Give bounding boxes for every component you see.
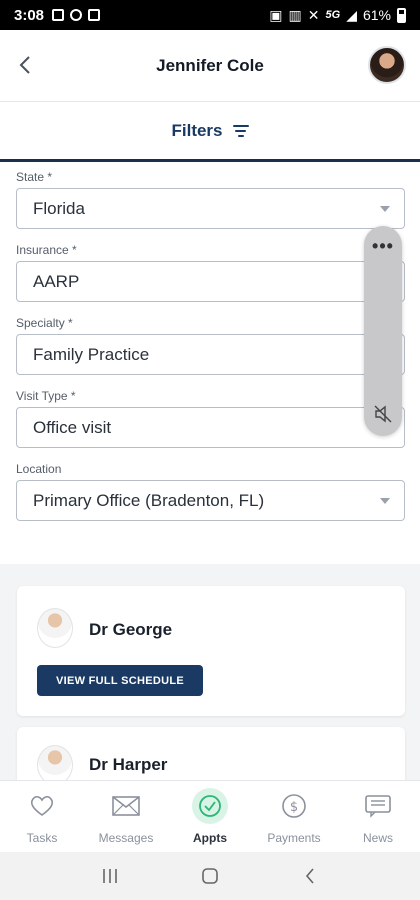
home-icon (202, 868, 218, 884)
recents-icon (103, 869, 117, 883)
doctor-card: Dr George VIEW FULL SCHEDULE (17, 586, 405, 716)
recents-button[interactable] (95, 861, 125, 891)
mute-icon: ✕ (307, 6, 320, 23)
visit-type-select[interactable]: Office visit (16, 407, 405, 448)
location-value: Primary Office (Bradenton, FL) (33, 490, 265, 510)
nav-label-tasks: Tasks (26, 831, 58, 845)
envelope-icon (111, 791, 141, 821)
vibrate-icon: ▥ (288, 6, 302, 23)
battery-label: 61% (362, 7, 391, 23)
clock-check-icon (192, 788, 228, 824)
app-header: Jennifer Cole (0, 30, 420, 102)
insurance-field: Insurance * AARP (16, 243, 405, 302)
status-bar: 3:08 ▣ ▥ ✕ 5G ◢ 61% (0, 0, 420, 30)
doctor-avatar (37, 745, 73, 780)
dollar-icon: $ (279, 791, 309, 821)
view-full-schedule-button[interactable]: VIEW FULL SCHEDULE (37, 665, 203, 696)
state-label: State * (16, 170, 53, 184)
back-nav-button[interactable] (295, 861, 325, 891)
status-time: 3:08 (14, 6, 45, 24)
doctor-list: Dr George VIEW FULL SCHEDULE Dr Harper (0, 564, 420, 780)
status-right: ▣ ▥ ✕ 5G ◢ 61% (269, 7, 406, 24)
state-select[interactable]: Florida (16, 188, 405, 229)
heart-icon (27, 791, 57, 821)
insurance-select[interactable]: AARP (16, 261, 405, 302)
bottom-nav: Tasks Messages Appts $ Payments News (0, 780, 420, 852)
image-icon (88, 9, 101, 21)
doctor-name: Dr George (89, 620, 173, 639)
visit-type-value: Office visit (33, 417, 112, 437)
nav-item-messages[interactable]: Messages (84, 781, 168, 852)
chevron-down-icon (380, 498, 390, 504)
nav-item-news[interactable]: News (336, 781, 420, 852)
visit-type-field: Visit Type * Office visit (16, 389, 405, 448)
back-button[interactable] (10, 50, 40, 80)
back-icon (305, 868, 314, 884)
specialty-value: Family Practice (33, 344, 150, 364)
location-label: Location (16, 462, 62, 476)
chevron-left-icon (19, 56, 30, 74)
news-icon (363, 791, 393, 821)
nav-label-appts: Appts (193, 831, 227, 845)
filter-icon (232, 124, 249, 137)
filters-toggle[interactable]: Filters (0, 102, 420, 162)
filters-label: Filters (171, 120, 223, 140)
chevron-down-icon (380, 206, 390, 212)
network-label: 5G (325, 9, 341, 21)
page-title: Jennifer Cole (156, 55, 264, 75)
more-icon[interactable]: ••• (364, 236, 402, 257)
volume-mute-icon[interactable] (373, 404, 393, 424)
svg-text:$: $ (290, 800, 298, 815)
nav-item-appts[interactable]: Appts (168, 781, 252, 852)
nav-label-news: News (362, 831, 393, 845)
doctor-card: Dr Harper (17, 727, 405, 780)
nav-label-messages: Messages (98, 831, 154, 845)
insurance-value: AARP (33, 271, 80, 291)
insurance-label: Insurance * (16, 243, 77, 257)
doctor-avatar (37, 608, 73, 648)
notification-icons (52, 9, 101, 21)
sync-icon (70, 9, 83, 21)
system-nav-bar (0, 852, 420, 900)
location-field: Location Primary Office (Bradenton, FL) (16, 462, 405, 521)
nav-item-payments[interactable]: $ Payments (252, 781, 336, 852)
specialty-field: Specialty * Family Practice (16, 316, 405, 375)
home-button[interactable] (195, 861, 225, 891)
nav-item-tasks[interactable]: Tasks (0, 781, 84, 852)
state-value: Florida (33, 198, 85, 218)
filters-form: State * Florida Insurance * AARP Special… (16, 170, 405, 535)
nfc-icon: ▣ (269, 6, 283, 23)
battery-icon (397, 7, 406, 23)
signal-icon: ◢ (346, 6, 357, 23)
doctor-name: Dr Harper (89, 755, 168, 774)
nav-label-payments: Payments (267, 831, 321, 845)
avatar[interactable] (368, 46, 406, 84)
state-field: State * Florida (16, 170, 405, 229)
notification-icon (52, 9, 65, 21)
location-select[interactable]: Primary Office (Bradenton, FL) (16, 480, 405, 521)
visit-type-label: Visit Type * (16, 389, 76, 403)
specialty-select[interactable]: Family Practice (16, 334, 405, 375)
floating-side-panel[interactable]: ••• (364, 226, 402, 436)
specialty-label: Specialty * (16, 316, 73, 330)
